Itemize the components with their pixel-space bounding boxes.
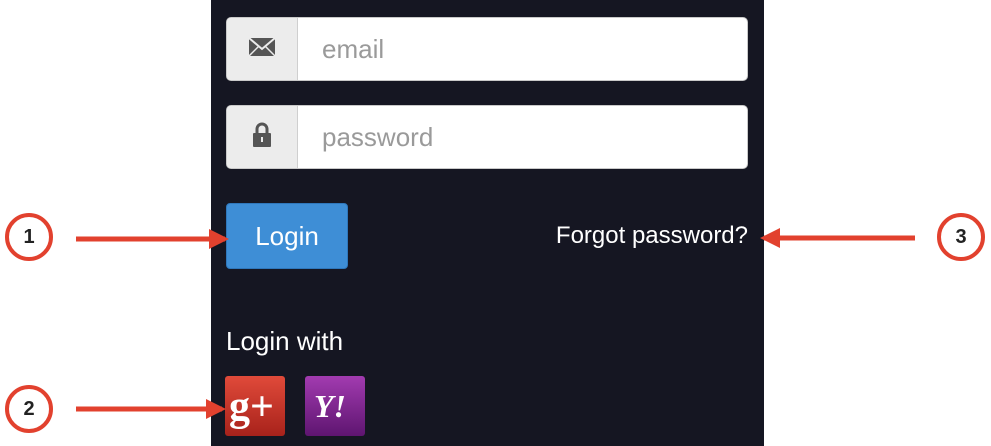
callout-1: 1: [5, 213, 53, 261]
yahoo-login-button[interactable]: Y!: [305, 376, 365, 436]
email-input[interactable]: [298, 18, 738, 80]
login-button[interactable]: Login: [226, 203, 348, 269]
callout-3: 3: [937, 213, 985, 261]
password-field-group: [226, 105, 748, 169]
login-with-label: Login with: [226, 326, 344, 356]
google-plus-login-button[interactable]: g+: [225, 376, 285, 436]
google-plus-icon: g+: [225, 376, 285, 436]
yahoo-icon: Y!: [305, 376, 365, 436]
forgot-password-link[interactable]: Forgot password?: [556, 222, 748, 250]
password-addon: [227, 106, 298, 168]
google-plus-text: g+: [229, 384, 274, 430]
password-input[interactable]: [298, 106, 738, 168]
callout-2: 2: [5, 385, 53, 433]
envelope-icon: [248, 36, 276, 62]
screenshot-stage: Login Forgot password? Login with g+: [0, 0, 991, 446]
login-panel: Login Forgot password? Login with g+: [211, 0, 764, 446]
email-addon: [227, 18, 298, 80]
yahoo-text: Y!: [314, 388, 346, 424]
lock-icon: [252, 122, 272, 153]
email-field-group: [226, 17, 748, 81]
